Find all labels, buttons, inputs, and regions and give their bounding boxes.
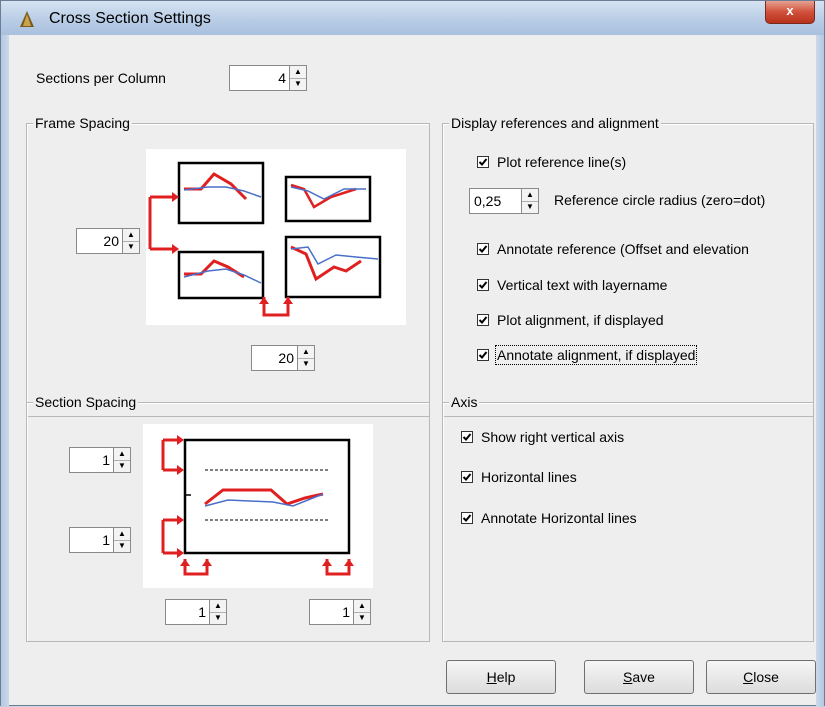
spin-down-icon[interactable]: ▼ xyxy=(123,241,139,253)
section-spacing-group: Section Spacing 1 ▲ ▼ 1 ▲ ▼ 1 ▲ ▼ 1 ▲ ▼ xyxy=(26,394,430,642)
spin-down-icon[interactable]: ▼ xyxy=(298,358,314,370)
section-spacing-preview xyxy=(143,424,373,588)
annotate-reference-label: Annotate reference (Offset and elevation xyxy=(497,241,749,257)
section-right-spacing-input[interactable]: 1 xyxy=(309,599,353,625)
frame-vertical-spacing-input[interactable]: 20 xyxy=(76,228,122,254)
horizontal-lines-label: Horizontal lines xyxy=(481,469,577,485)
close-window-button[interactable]: x xyxy=(765,1,815,24)
frame-spacing-preview xyxy=(146,149,406,325)
section-spacing-diagram xyxy=(161,435,354,576)
checkmark-icon xyxy=(478,316,488,324)
annotate-horizontal-lines-label: Annotate Horizontal lines xyxy=(481,510,637,526)
app-icon xyxy=(20,11,34,27)
sections-per-column-input[interactable]: 4 xyxy=(229,65,289,91)
spin-down-icon[interactable]: ▼ xyxy=(290,78,306,90)
spin-down-icon[interactable]: ▼ xyxy=(522,201,538,213)
frame-horizontal-spacing-spinner[interactable]: 20 ▲ ▼ xyxy=(251,345,315,371)
dialog-content: Sections per Column 4 ▲ ▼ Frame Spacing xyxy=(9,35,816,699)
checkmark-icon xyxy=(478,351,488,359)
spin-down-icon[interactable]: ▼ xyxy=(354,612,370,624)
section-left-spacing-input[interactable]: 1 xyxy=(165,599,209,625)
frame-spacing-title: Frame Spacing xyxy=(33,115,132,131)
frame-horizontal-spacing-input[interactable]: 20 xyxy=(251,345,297,371)
spin-down-icon[interactable]: ▼ xyxy=(210,612,226,624)
frame-spacing-group: Frame Spacing 20 ▲ ▼ 20 ▲ ▼ xyxy=(26,115,430,417)
section-top-spacing-spinner[interactable]: 1 ▲ ▼ xyxy=(69,447,131,473)
sections-per-column-spinner[interactable]: 4 ▲ ▼ xyxy=(229,65,307,91)
spin-down-icon[interactable]: ▼ xyxy=(114,540,130,552)
axis-title: Axis xyxy=(449,394,480,410)
window-title: Cross Section Settings xyxy=(49,10,211,27)
checkmark-icon xyxy=(462,433,472,441)
checkmark-icon xyxy=(462,514,472,522)
reference-radius-label: Reference circle radius (zero=dot) xyxy=(554,192,766,208)
close-button[interactable]: Close xyxy=(706,660,816,694)
reference-radius-spinner[interactable]: 0,25 ▲ ▼ xyxy=(469,188,539,214)
dialog-window: Cross Section Settings x Sections per Co… xyxy=(0,0,825,707)
checkmark-icon xyxy=(478,281,488,289)
reference-radius-input[interactable]: 0,25 xyxy=(469,188,521,214)
window-frame-left xyxy=(1,35,9,707)
display-references-group: Display references and alignment Plot re… xyxy=(442,115,814,417)
window-frame-right xyxy=(816,35,824,707)
checkmark-icon xyxy=(478,245,488,253)
save-button[interactable]: Save xyxy=(584,660,694,694)
section-top-spacing-input[interactable]: 1 xyxy=(69,447,113,473)
help-button[interactable]: Help xyxy=(446,660,556,694)
plot-alignment-label: Plot alignment, if displayed xyxy=(497,312,664,328)
spin-down-icon[interactable]: ▼ xyxy=(114,460,130,472)
section-bottom-spacing-spinner[interactable]: 1 ▲ ▼ xyxy=(69,527,131,553)
title-bar[interactable]: Cross Section Settings x xyxy=(1,1,824,36)
sections-per-column-label: Sections per Column xyxy=(36,70,166,86)
section-spacing-title: Section Spacing xyxy=(33,394,139,410)
section-bottom-spacing-input[interactable]: 1 xyxy=(69,527,113,553)
annotate-alignment-label: Annotate alignment, if displayed xyxy=(494,345,698,365)
checkmark-icon xyxy=(478,158,488,166)
checkmark-icon xyxy=(462,473,472,481)
axis-group: Axis Show right vertical axis Horizontal… xyxy=(442,394,814,642)
plot-reference-label: Plot reference line(s) xyxy=(497,154,627,170)
section-right-spacing-spinner[interactable]: 1 ▲ ▼ xyxy=(309,599,371,625)
vertical-text-label: Vertical text with layername xyxy=(497,277,668,293)
display-references-title: Display references and alignment xyxy=(449,115,661,131)
frame-vertical-spacing-spinner[interactable]: 20 ▲ ▼ xyxy=(76,228,140,254)
show-right-axis-label: Show right vertical axis xyxy=(481,429,625,445)
section-left-spacing-spinner[interactable]: 1 ▲ ▼ xyxy=(165,599,227,625)
frame-spacing-diagram xyxy=(148,161,382,317)
